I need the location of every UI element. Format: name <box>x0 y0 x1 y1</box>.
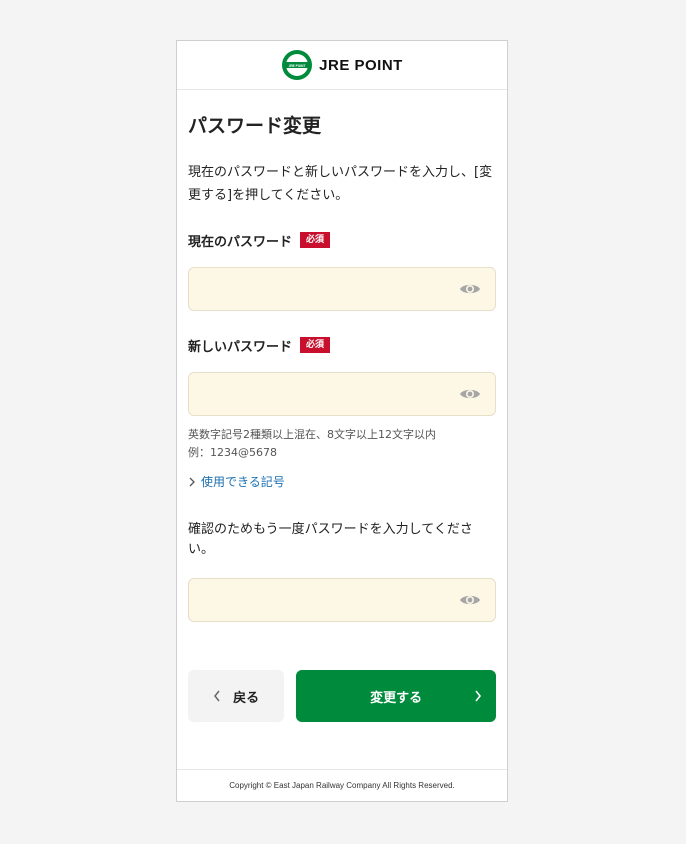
main-content: パスワード変更 現在のパスワードと新しいパスワードを入力し、[変更する]を押して… <box>177 114 507 722</box>
required-badge: 必須 <box>300 337 331 353</box>
current-password-label: 現在のパスワード 必須 <box>188 231 496 250</box>
password-example-text: 例：1234@5678 <box>188 446 277 459</box>
confirm-password-field <box>188 578 496 622</box>
password-change-card: JRE POINT JRE POINT パスワード変更 現在のパスワードと新しい… <box>176 40 508 802</box>
eye-icon[interactable] <box>459 592 481 608</box>
eye-icon[interactable] <box>459 386 481 402</box>
copyright-text: Copyright © East Japan Railway Company A… <box>229 781 455 790</box>
page-footer: Copyright © East Japan Railway Company A… <box>177 769 507 801</box>
current-password-input[interactable] <box>189 268 495 310</box>
usable-symbols-link[interactable]: 使用できる記号 <box>188 473 496 490</box>
new-password-section: 新しいパスワード 必須 英数字記号2種類以上混在、8文字以上12文字以内 例：1… <box>188 336 496 490</box>
current-password-field <box>188 267 496 311</box>
current-password-section: 現在のパスワード 必須 <box>188 231 496 311</box>
confirm-password-section: 確認のためもう一度パスワードを入力してください。 <box>188 520 496 622</box>
submit-button[interactable]: 変更する <box>296 670 496 722</box>
chevron-left-icon <box>214 690 220 702</box>
new-password-label: 新しいパスワード 必須 <box>188 336 496 355</box>
eye-icon[interactable] <box>459 281 481 297</box>
jre-point-logo-icon: JRE POINT <box>282 50 313 80</box>
page-title: パスワード変更 <box>188 115 322 137</box>
confirm-password-input[interactable] <box>189 579 495 621</box>
confirm-password-instruction: 確認のためもう一度パスワードを入力してください。 <box>188 522 473 557</box>
password-rules-help: 英数字記号2種類以上混在、8文字以上12文字以内 例：1234@5678 <box>188 426 496 462</box>
new-password-field <box>188 372 496 416</box>
password-rules-text: 英数字記号2種類以上混在、8文字以上12文字以内 <box>188 428 436 441</box>
chevron-right-icon <box>189 477 195 486</box>
back-button[interactable]: 戻る <box>188 670 285 722</box>
new-password-label-text: 新しいパスワード <box>188 339 293 355</box>
form-actions: 戻る 変更する <box>188 670 496 722</box>
brand-name: JRE POINT <box>319 56 403 74</box>
usable-symbols-link-text[interactable]: 使用できる記号 <box>201 473 285 490</box>
chevron-right-icon <box>475 690 482 702</box>
required-badge: 必須 <box>300 232 331 248</box>
submit-button-label: 変更する <box>370 690 423 706</box>
svg-text:JRE POINT: JRE POINT <box>289 64 306 68</box>
page-description: 現在のパスワードと新しいパスワードを入力し、[変更する]を押してください。 <box>188 165 493 203</box>
new-password-input[interactable] <box>189 373 495 415</box>
back-button-label: 戻る <box>233 690 260 706</box>
current-password-label-text: 現在のパスワード <box>188 234 293 250</box>
app-header: JRE POINT JRE POINT <box>177 41 507 90</box>
